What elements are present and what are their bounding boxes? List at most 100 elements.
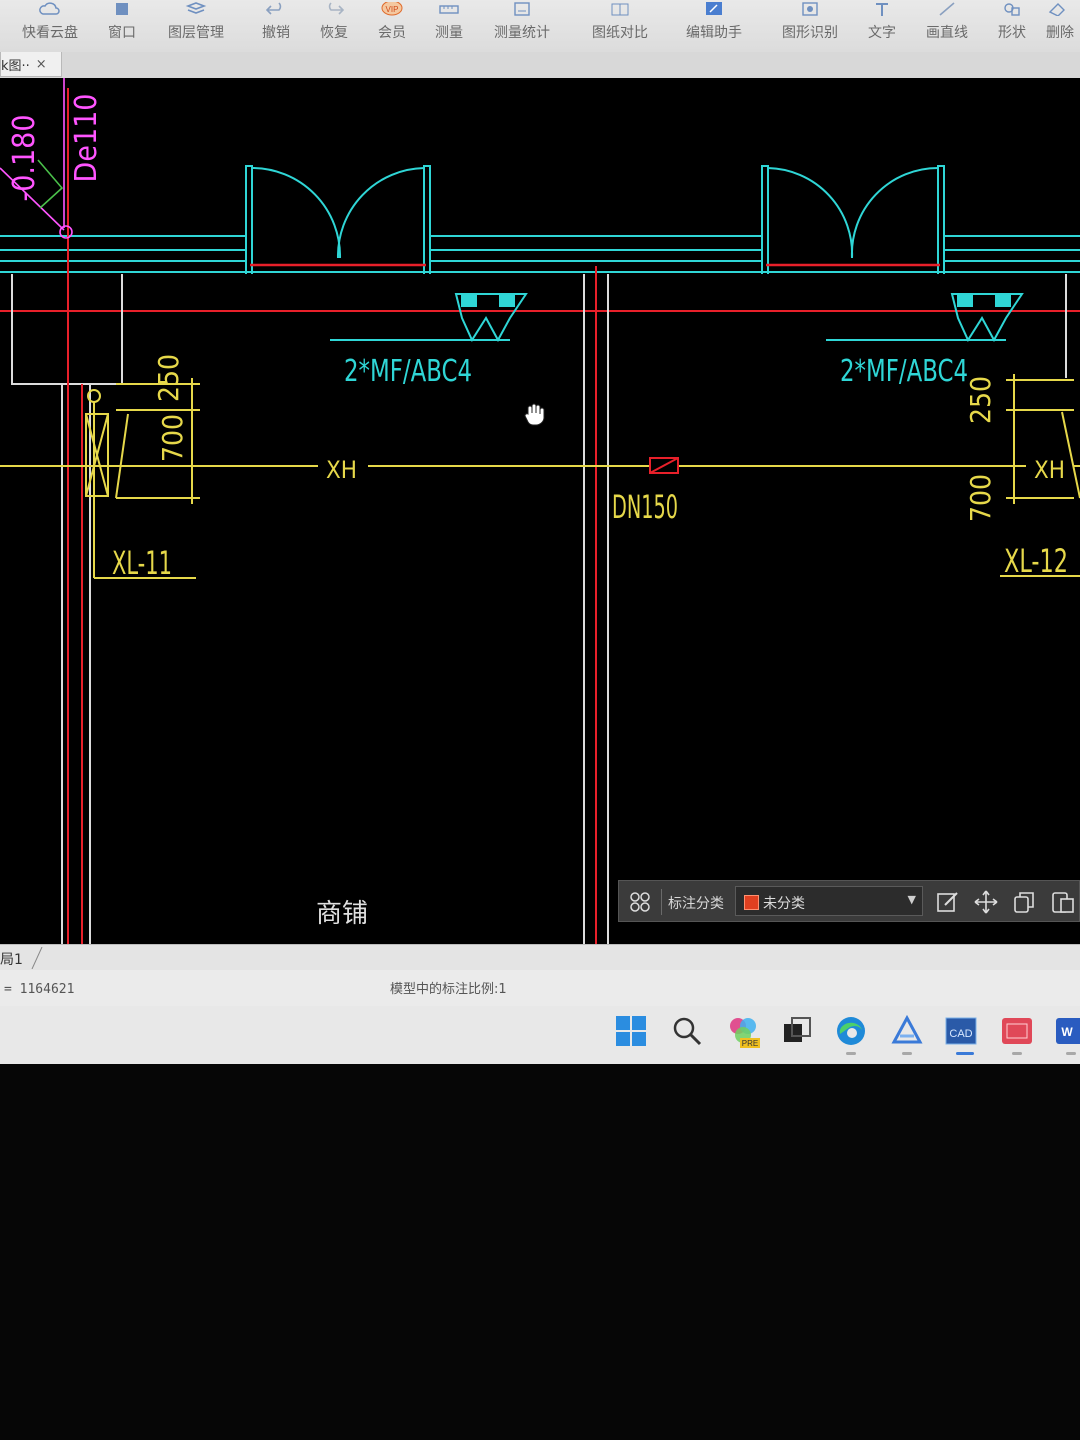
delete-button[interactable]: 删除 xyxy=(1046,0,1080,52)
tab-edge xyxy=(31,947,43,969)
line-button[interactable]: 画直线 xyxy=(920,0,974,52)
word-icon[interactable]: W xyxy=(1054,1014,1080,1048)
windows-taskbar: PRE CAD W xyxy=(0,1006,1080,1064)
close-icon[interactable]: × xyxy=(36,57,47,72)
red-vertical-lines xyxy=(67,88,597,944)
running-indicator xyxy=(1012,1052,1022,1055)
edge-icon[interactable] xyxy=(834,1014,868,1048)
door-symbols xyxy=(245,165,945,274)
shape-recognize-button[interactable]: 图形识别 xyxy=(774,0,846,52)
line-icon xyxy=(939,2,955,16)
layers-icon xyxy=(185,2,207,14)
status-bar: = 1164621 模型中的标注比例:1 xyxy=(0,970,1080,1006)
cloud-disk-button[interactable]: 快看云盘 xyxy=(14,0,86,52)
text-label: 文字 xyxy=(868,25,896,41)
riser-label-right: XL-12 xyxy=(1004,542,1068,580)
dn150-label: DN150 xyxy=(612,488,678,526)
riser-label-left: XL-11 xyxy=(112,544,172,582)
copilot-icon[interactable]: PRE xyxy=(726,1014,760,1048)
annotation-scale[interactable]: 模型中的标注比例:1 xyxy=(390,978,507,997)
windows-start-icon[interactable] xyxy=(614,1014,648,1048)
svg-text:W: W xyxy=(1061,1025,1073,1039)
svg-text:VIP: VIP xyxy=(386,5,399,14)
coordinate-readout: = 1164621 xyxy=(4,982,75,997)
shape-button[interactable]: 形状 xyxy=(990,0,1034,52)
paste-icon[interactable] xyxy=(1049,889,1075,915)
wall-lines xyxy=(0,235,1080,273)
cad-drawing: -0.180 De110 2*MF/ABC4 2*MF/ABC4 250 700… xyxy=(0,78,1080,944)
category-select[interactable]: 未分类 ▼ xyxy=(735,886,923,916)
measure-label: 测量 xyxy=(435,25,463,41)
task-view-icon[interactable] xyxy=(780,1014,814,1048)
running-indicator xyxy=(902,1052,912,1055)
shape-recognize-icon xyxy=(802,2,818,16)
layout-tab-strip: 局1 xyxy=(0,944,1080,971)
xh-label-right: XH xyxy=(1034,456,1065,484)
room-label: 商铺 xyxy=(316,899,368,929)
category-selected-value: 未分类 xyxy=(763,896,805,912)
dim-250-right: 250 xyxy=(964,376,997,424)
edit-assistant-label: 编辑助手 xyxy=(686,25,742,41)
extinguisher-label-right: 2*MF/ABC4 xyxy=(840,354,968,389)
elevation-label: -0.180 xyxy=(7,115,42,202)
hand-cursor-icon xyxy=(524,403,545,426)
extinguisher-symbol-left xyxy=(330,293,528,343)
running-indicator xyxy=(846,1052,856,1055)
layers-button[interactable]: 图层管理 xyxy=(160,0,232,52)
cad-app-icon[interactable] xyxy=(1000,1014,1034,1048)
svg-text:CAD: CAD xyxy=(949,1028,972,1040)
move-icon[interactable] xyxy=(973,889,999,915)
redo-button[interactable]: 恢复 xyxy=(310,0,358,52)
undo-label: 撤销 xyxy=(262,25,290,41)
drawing-canvas[interactable]: -0.180 De110 2*MF/ABC4 2*MF/ABC4 250 700… xyxy=(0,78,1080,944)
layout-tab[interactable]: 局1 xyxy=(0,949,23,969)
vip-label: 会员 xyxy=(378,25,406,41)
cad-viewer-icon[interactable]: CAD xyxy=(944,1014,978,1048)
delete-icon xyxy=(1048,3,1065,16)
measure-stats-label: 测量统计 xyxy=(494,25,550,41)
document-tab[interactable]: k图·· × xyxy=(0,52,62,77)
undo-button[interactable]: 撤销 xyxy=(252,0,300,52)
search-icon[interactable] xyxy=(670,1014,704,1048)
shape-label: 形状 xyxy=(998,25,1026,41)
extinguisher-symbol-right xyxy=(826,293,1024,343)
vip-button[interactable]: VIP 会员 xyxy=(370,0,414,52)
main-toolbar: 快看云盘 窗口 图层管理 撤销 恢复 VIP 会员 测量 测量统计 图纸对比 编… xyxy=(0,0,1080,52)
category-color-swatch xyxy=(744,895,759,910)
edit-assistant-button[interactable]: 编辑助手 xyxy=(678,0,750,52)
shape-recognize-label: 图形识别 xyxy=(782,25,838,41)
cloud-disk-icon xyxy=(39,2,60,15)
document-tab-strip: k图·· × xyxy=(0,52,1080,78)
text-button[interactable]: 文字 xyxy=(862,0,902,52)
dim-700-right: 700 xyxy=(964,474,997,522)
edit-icon[interactable] xyxy=(935,889,961,915)
edit-assistant-icon xyxy=(706,2,722,15)
ai-app-icon[interactable] xyxy=(890,1014,924,1048)
window-icon xyxy=(116,3,128,15)
measure-button[interactable]: 测量 xyxy=(426,0,472,52)
measure-stats-button[interactable]: 测量统计 xyxy=(486,0,558,52)
xh-label-left: XH xyxy=(326,456,357,484)
line-label: 画直线 xyxy=(926,25,968,41)
document-tab-label: k图·· xyxy=(1,58,30,74)
svg-text:PRE: PRE xyxy=(742,1039,758,1048)
compare-icon xyxy=(611,3,629,16)
ruler-icon xyxy=(439,5,459,14)
measure-stats-icon xyxy=(514,2,530,16)
dim-700-left: 700 xyxy=(156,414,189,462)
window-button[interactable]: 窗口 xyxy=(100,0,144,52)
compare-button[interactable]: 图纸对比 xyxy=(584,0,656,52)
dim-250-left: 250 xyxy=(152,354,185,402)
pipe-size-label: De110 xyxy=(69,94,104,183)
monitor-bezel xyxy=(0,1064,1080,1440)
extinguisher-label-left: 2*MF/ABC4 xyxy=(344,354,472,389)
chevron-down-icon: ▼ xyxy=(907,893,916,906)
grid-icon[interactable] xyxy=(629,891,651,913)
vip-icon: VIP xyxy=(381,2,403,16)
redo-icon xyxy=(328,2,345,15)
cloud-disk-label: 快看云盘 xyxy=(22,25,78,41)
active-indicator xyxy=(956,1052,974,1055)
category-label: 标注分类 xyxy=(668,896,724,912)
shape-icon xyxy=(1004,3,1020,16)
copy-icon[interactable] xyxy=(1011,889,1037,915)
